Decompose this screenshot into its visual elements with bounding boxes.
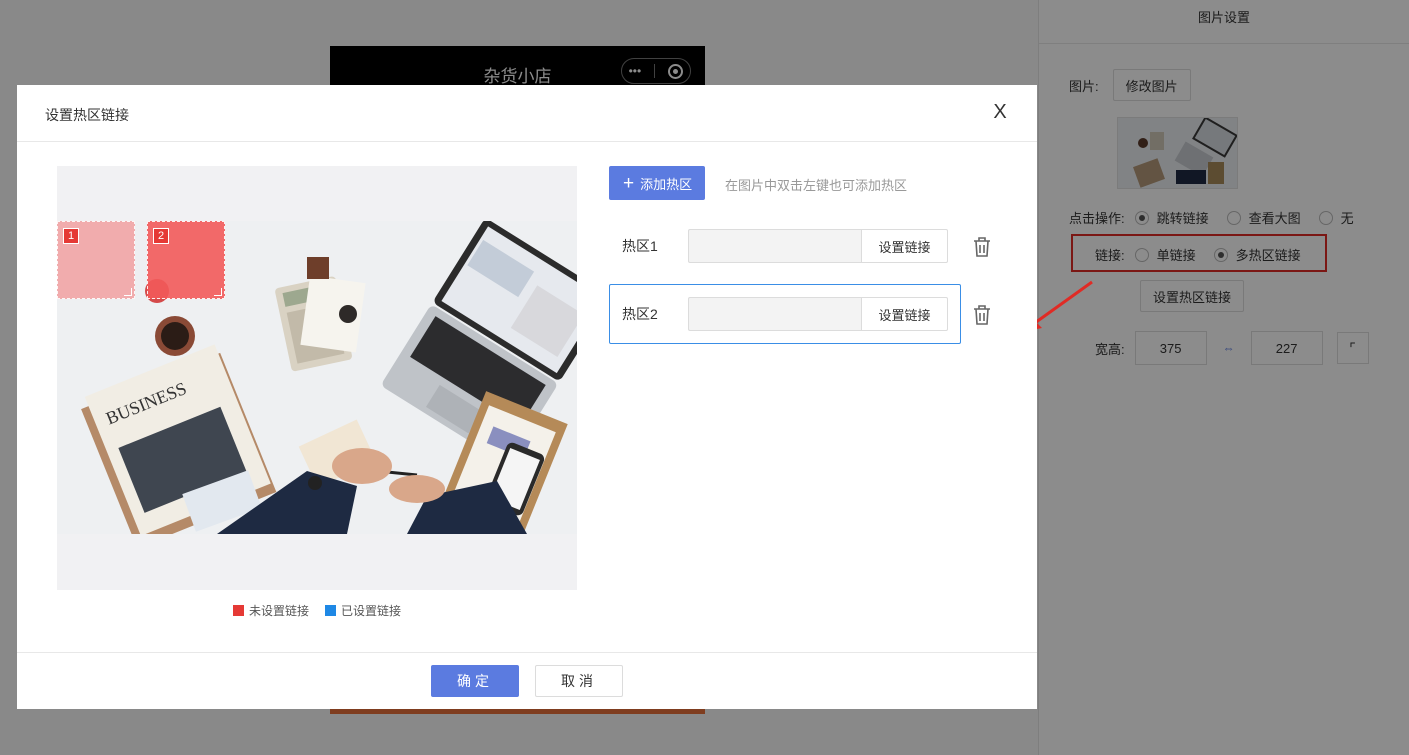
- image-stage[interactable]: BUSINESS 1 2: [57, 166, 577, 590]
- resize-handle-icon[interactable]: [124, 288, 132, 296]
- legend-swatch: [233, 605, 244, 616]
- legend-item-set: 已设置链接: [325, 602, 401, 619]
- dialog-header: 设置热区链接 X: [17, 85, 1037, 142]
- legend: 未设置链接 已设置链接: [233, 602, 417, 619]
- hotzone-link-input[interactable]: [688, 297, 861, 331]
- hotzone-image[interactable]: BUSINESS: [57, 221, 577, 534]
- dialog-title: 设置热区链接: [45, 107, 129, 123]
- trash-icon[interactable]: [972, 304, 992, 326]
- cancel-button[interactable]: 取消: [535, 665, 623, 697]
- hotzone-label: 热区2: [622, 306, 658, 322]
- hotzone-row-2: 热区2 设置链接: [609, 284, 990, 344]
- hotzone-number: 2: [153, 228, 169, 244]
- set-link-button[interactable]: 设置链接: [861, 297, 948, 331]
- plus-icon: +: [623, 172, 635, 194]
- confirm-button[interactable]: 确定: [431, 665, 519, 697]
- hotzone-box-2[interactable]: 2: [147, 221, 225, 299]
- close-icon[interactable]: X: [989, 101, 1011, 123]
- hotzone-row-1: 热区1 设置链接: [609, 216, 990, 276]
- add-hotzone-label: 添加热区: [640, 176, 693, 192]
- hotzone-link-input[interactable]: [688, 229, 861, 263]
- add-hotzone-hint: 在图片中双击左键也可添加热区: [725, 178, 908, 193]
- legend-swatch: [325, 605, 337, 616]
- legend-item-unset: 未设置链接: [233, 602, 309, 619]
- legend-label: 已设置链接: [341, 604, 402, 618]
- set-link-button[interactable]: 设置链接: [861, 229, 948, 263]
- hotzone-dialog: 设置热区链接 X BUSINESS 1 2 未设置链接 已设置链接 + 添加热区…: [17, 85, 1037, 709]
- hotzone-box-1[interactable]: 1: [57, 221, 135, 299]
- legend-label: 未设置链接: [249, 604, 310, 618]
- dialog-footer: 确定 取消: [17, 652, 1037, 709]
- hotzone-label: 热区1: [622, 238, 658, 254]
- trash-icon[interactable]: [972, 236, 992, 258]
- add-hotzone-button[interactable]: + 添加热区: [609, 166, 706, 200]
- hotzone-number: 1: [63, 228, 79, 244]
- resize-handle-icon[interactable]: [214, 288, 222, 296]
